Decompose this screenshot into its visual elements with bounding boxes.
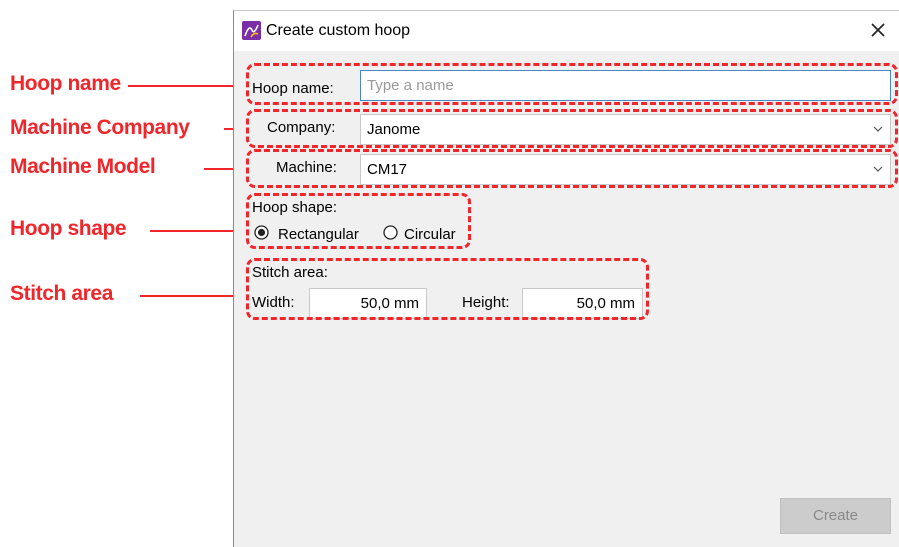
- company-select-value: Janome: [367, 121, 421, 138]
- annotation-line-stitch-area: [140, 295, 248, 297]
- annotation-machine-model: Machine Model: [10, 155, 156, 178]
- annotation-hoop-name: Hoop name: [10, 72, 121, 95]
- annotation-machine-company: Machine Company: [10, 116, 190, 139]
- rectangular-radio[interactable]: [254, 225, 269, 240]
- width-label: Width:: [252, 294, 295, 311]
- machine-select[interactable]: CM17: [360, 154, 891, 185]
- app-logo-icon: [242, 21, 261, 40]
- hoop-name-label: Hoop name:: [252, 80, 334, 97]
- height-input[interactable]: 50,0 mm: [522, 288, 643, 319]
- stitch-area-label: Stitch area:: [252, 264, 328, 281]
- hoop-name-input[interactable]: [360, 70, 891, 101]
- circular-option-label[interactable]: Circular: [404, 226, 456, 243]
- annotation-hoop-shape: Hoop shape: [10, 217, 127, 240]
- annotation-stitch-area: Stitch area: [10, 282, 113, 305]
- machine-select-value: CM17: [367, 161, 408, 178]
- height-label: Height:: [462, 294, 510, 311]
- rectangular-option-label[interactable]: Rectangular: [278, 226, 359, 243]
- width-input[interactable]: 50,0 mm: [309, 288, 427, 319]
- title-bar: Create custom hoop: [234, 11, 899, 51]
- circular-radio[interactable]: [383, 225, 398, 240]
- chevron-down-icon: [873, 166, 883, 172]
- hoop-shape-label: Hoop shape:: [252, 199, 338, 216]
- company-select[interactable]: Janome: [360, 114, 891, 145]
- company-label: Company:: [267, 119, 336, 136]
- create-button[interactable]: Create: [780, 498, 891, 534]
- dialog-title: Create custom hoop: [266, 22, 411, 39]
- close-icon[interactable]: [867, 19, 889, 41]
- machine-label: Machine:: [276, 159, 337, 176]
- create-custom-hoop-dialog: Create custom hoop Hoop name: Company: J…: [233, 10, 899, 547]
- chevron-down-icon: [873, 126, 883, 132]
- annotation-line-hoop-name: [128, 85, 248, 87]
